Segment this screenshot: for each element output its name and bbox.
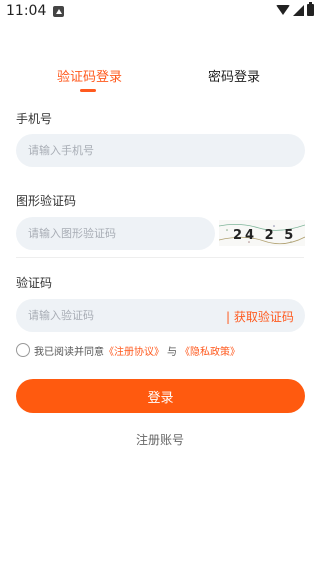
agreement-prefix: 我已阅读并同意 bbox=[34, 346, 104, 358]
captcha-label: 图形验证码 bbox=[16, 194, 77, 208]
captcha-text: 24 2 5 bbox=[233, 228, 296, 243]
status-time: 11:04 bbox=[6, 3, 47, 19]
agreement-checkbox[interactable] bbox=[16, 343, 30, 357]
wifi-icon bbox=[276, 5, 290, 15]
captcha-input[interactable] bbox=[16, 217, 215, 250]
notification-icon bbox=[53, 6, 64, 17]
status-bar: 11:04 bbox=[0, 0, 320, 24]
sms-code-label: 验证码 bbox=[16, 276, 53, 290]
register-agreement-link[interactable]: 《注册协议》 bbox=[104, 343, 164, 358]
agreement-row: 我已阅读并同意 《注册协议》 与 《隐私政策》 bbox=[16, 342, 240, 358]
active-tab-indicator bbox=[80, 89, 96, 92]
battery-icon bbox=[307, 2, 314, 16]
status-icons bbox=[276, 2, 314, 16]
phone-field bbox=[16, 134, 305, 167]
login-tabs: 验证码登录 密码登录 bbox=[0, 66, 320, 96]
tab-sms-login[interactable]: 验证码登录 bbox=[57, 66, 122, 85]
captcha-image[interactable]: 24 2 5 bbox=[219, 220, 305, 246]
phone-label: 手机号 bbox=[16, 112, 53, 126]
divider bbox=[16, 257, 304, 258]
captcha-field bbox=[16, 217, 215, 250]
tab-password-login[interactable]: 密码登录 bbox=[208, 66, 260, 85]
phone-input[interactable] bbox=[16, 134, 305, 167]
agreement-connector: 与 bbox=[167, 346, 177, 358]
captcha-image-graphic: 24 2 5 bbox=[219, 224, 305, 245]
register-account-link[interactable]: 注册账号 bbox=[0, 431, 320, 448]
sms-code-input[interactable] bbox=[16, 299, 216, 332]
login-button[interactable]: 登录 bbox=[16, 379, 305, 413]
signal-icon bbox=[293, 4, 304, 16]
privacy-policy-link[interactable]: 《隐私政策》 bbox=[180, 343, 240, 358]
get-code-button[interactable]: | 获取验证码 bbox=[226, 308, 294, 325]
